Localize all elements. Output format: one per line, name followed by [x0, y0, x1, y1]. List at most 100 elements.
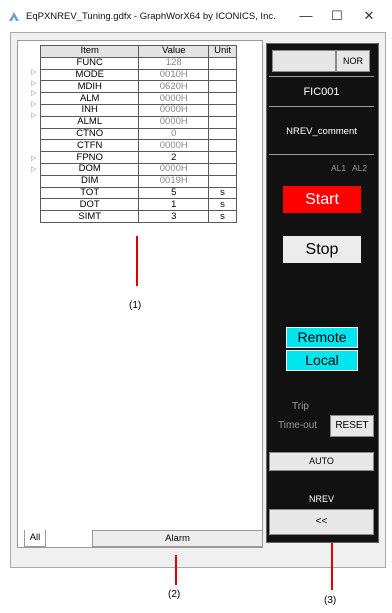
alarm-label-al2: AL2	[352, 163, 368, 173]
back-button[interactable]: <<	[269, 509, 374, 535]
expand-arrow-icon[interactable]: ▷	[31, 111, 39, 121]
item-cell: CTFN	[39, 139, 140, 153]
item-cell: DIM	[39, 174, 140, 188]
value-cell: 0000H	[138, 115, 210, 129]
value-cell: 2	[138, 151, 210, 164]
tag-comment: NREV_comment	[286, 126, 357, 137]
item-cell: INH	[39, 103, 140, 117]
table-row[interactable]: FUNC 128	[39, 56, 237, 70]
expand-arrow-icon[interactable]: ▷	[31, 68, 39, 78]
trip-indicator: Trip	[292, 401, 309, 412]
value-cell: 1	[138, 198, 210, 212]
value-cell: 0000H	[138, 92, 210, 105]
value-cell: 0	[138, 127, 210, 141]
unit-cell	[208, 115, 237, 129]
nor-button[interactable]: NOR	[336, 50, 370, 72]
expand-arrow-icon[interactable]: ▷	[31, 100, 39, 110]
annotation-label-3: (3)	[324, 595, 337, 606]
column-header-unit: Unit	[208, 45, 237, 58]
table-row[interactable]: SIMT 3 s	[39, 210, 237, 223]
table-row[interactable]: DOM 0000H	[39, 162, 237, 176]
unit-cell: s	[208, 186, 237, 200]
table-row[interactable]: ALML 0000H	[39, 115, 237, 129]
table-row[interactable]: DIM 0019H	[39, 174, 237, 188]
stop-button[interactable]: Stop	[283, 236, 361, 263]
item-cell: ALM	[39, 92, 140, 105]
annotation-label-1: (1)	[129, 300, 142, 311]
value-cell: 0620H	[138, 80, 210, 94]
expand-arrow-icon[interactable]: ▷	[31, 79, 39, 89]
annotation-line-2	[175, 555, 177, 585]
table-header-row: Item Value Unit	[39, 45, 237, 58]
close-icon[interactable]: ✕	[355, 6, 383, 26]
table-row[interactable]: ALM 0000H	[39, 92, 237, 105]
item-cell: TOT	[39, 186, 140, 200]
alarm-label-al1: AL1	[331, 163, 347, 173]
unit-cell	[208, 127, 237, 141]
item-cell: DOM	[39, 162, 140, 176]
unit-cell	[208, 68, 237, 82]
title-bar[interactable]: EqPXNREV_Tuning.gdfx - GraphWorX64 by IC…	[0, 0, 392, 32]
item-cell: ALML	[39, 115, 140, 129]
value-cell: 0000H	[138, 139, 210, 153]
tab-all[interactable]: All	[24, 530, 46, 547]
expand-arrow-icon[interactable]: ▷	[31, 165, 39, 175]
unit-cell	[208, 174, 237, 188]
tab-alarm[interactable]: Alarm	[92, 530, 263, 547]
table-row[interactable]: DOT 1 s	[39, 198, 237, 212]
separator	[269, 106, 374, 107]
window-title: EqPXNREV_Tuning.gdfx - GraphWorX64 by IC…	[26, 11, 276, 22]
item-cell: SIMT	[39, 210, 140, 223]
table-row[interactable]: MODE 0010H	[39, 68, 237, 82]
unit-cell: s	[208, 198, 237, 212]
annotation-line-1	[136, 236, 138, 286]
tag-name: FIC001	[303, 86, 340, 98]
annotation-label-2: (2)	[168, 589, 181, 600]
expand-arrow-icon[interactable]: ▷	[31, 154, 39, 164]
table-row[interactable]: MDIH 0620H	[39, 80, 237, 94]
faceplate-top-button[interactable]	[272, 50, 336, 72]
column-header-value: Value	[138, 45, 210, 58]
remote-button[interactable]: Remote	[286, 327, 358, 348]
unit-cell	[208, 139, 237, 153]
item-cell: DOT	[39, 198, 140, 212]
column-header-item: Item	[39, 45, 140, 58]
unit-cell	[208, 92, 237, 105]
value-cell: 0019H	[138, 174, 210, 188]
annotation-line-3	[331, 538, 333, 590]
item-cell: FUNC	[39, 56, 140, 70]
reset-button[interactable]: RESET	[330, 415, 374, 437]
value-cell: 3	[138, 210, 210, 223]
maximize-icon[interactable]: ☐	[323, 6, 351, 26]
unit-cell	[208, 80, 237, 94]
value-cell: 128	[138, 56, 210, 70]
local-button[interactable]: Local	[286, 350, 358, 371]
value-cell: 5	[138, 186, 210, 200]
table-row[interactable]: CTFN 0000H	[39, 139, 237, 153]
value-cell: 0000H	[138, 162, 210, 176]
app-icon	[9, 12, 19, 21]
unit-cell	[208, 56, 237, 70]
table-row[interactable]: TOT 5 s	[39, 186, 237, 200]
item-cell: FPNO	[39, 151, 140, 164]
nrev-label: NREV	[308, 494, 334, 504]
table-row[interactable]: FPNO 2	[39, 151, 237, 164]
unit-cell	[208, 151, 237, 164]
unit-cell: s	[208, 210, 237, 223]
table-row[interactable]: INH 0000H	[39, 103, 237, 117]
table-row[interactable]: CTNO 0	[39, 127, 237, 141]
item-cell: CTNO	[39, 127, 140, 141]
item-cell: MDIH	[39, 80, 140, 94]
value-cell: 0010H	[138, 68, 210, 82]
separator	[269, 76, 374, 77]
start-button[interactable]: Start	[283, 186, 361, 213]
timeout-indicator: Time-out	[278, 420, 318, 431]
auto-button[interactable]: AUTO	[269, 452, 374, 471]
minimize-icon[interactable]: —	[292, 6, 320, 26]
value-cell: 0000H	[138, 103, 210, 117]
expand-arrow-icon[interactable]: ▷	[31, 89, 39, 99]
parameter-table: Item Value Unit FUNC 128 MODE 0010H MDIH 0620…	[39, 45, 237, 223]
unit-cell	[208, 103, 237, 117]
item-cell: MODE	[39, 68, 140, 82]
unit-cell	[208, 162, 237, 176]
